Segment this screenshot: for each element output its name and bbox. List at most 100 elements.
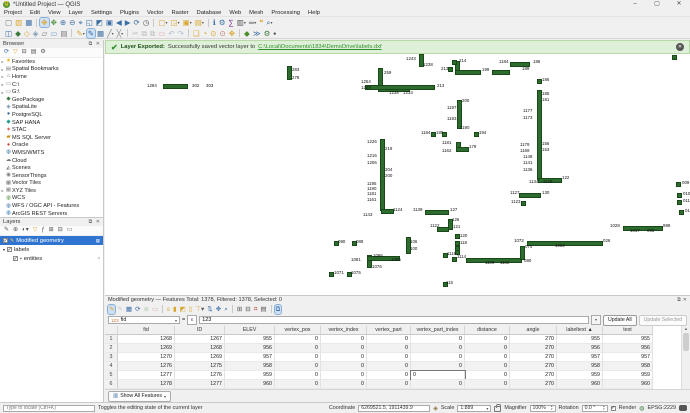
- row-number[interactable]: 3: [105, 353, 118, 362]
- menu-database[interactable]: Database: [193, 10, 226, 16]
- table-cell[interactable]: 270: [510, 353, 557, 362]
- table-cell[interactable]: 959: [225, 371, 275, 380]
- lock-scale-icon[interactable]: [494, 404, 502, 412]
- message-close-icon[interactable]: ✕: [676, 43, 684, 51]
- vertex-tool-icon[interactable]: ╳ ▾: [116, 29, 125, 38]
- manage-plugins-icon[interactable]: ⚙: [263, 29, 272, 38]
- table-cell[interactable]: 0: [321, 344, 367, 353]
- pan-to-selection-icon[interactable]: ✥: [50, 18, 58, 27]
- column-header-vertex_part_index[interactable]: vertex_part_index: [411, 326, 465, 335]
- menu-raster[interactable]: Raster: [167, 10, 192, 16]
- column-header-angle[interactable]: angle: [510, 326, 557, 335]
- open-project-icon[interactable]: ▨: [14, 18, 23, 27]
- delete-field-icon[interactable]: ⊟: [244, 305, 251, 314]
- menu-view[interactable]: View: [44, 10, 64, 16]
- row-number[interactable]: 2: [105, 344, 118, 353]
- table-cell[interactable]: 959: [603, 371, 653, 380]
- table-cell[interactable]: 1268: [175, 344, 225, 353]
- layout-manager-icon[interactable]: ▤: [59, 29, 68, 38]
- browser-item-vector-tiles[interactable]: ▦ Vector Tiles: [0, 180, 103, 188]
- table-scrollbar[interactable]: ▲: [681, 326, 690, 390]
- filter-legend-icon[interactable]: ▽: [32, 226, 39, 235]
- layers-float-icon[interactable]: ⧉: [89, 219, 93, 225]
- map-canvas[interactable]: 1294 302 303 283 278 259 1254 1249 1238 1233 1243 1…: [105, 54, 690, 295]
- grass-tools-icon[interactable]: ◆: [243, 29, 251, 38]
- expand-all-icon[interactable]: ⊞: [48, 226, 55, 235]
- select-by-value-icon[interactable]: ◲ ▾: [170, 18, 181, 27]
- table-cell[interactable]: 960: [225, 380, 275, 389]
- table-cell[interactable]: 959: [557, 371, 603, 380]
- table-cell[interactable]: 0: [367, 362, 411, 371]
- table-cell[interactable]: 0: [465, 335, 510, 344]
- layer-item-modified-geometry[interactable]: ✎Modified geometry ▦: [0, 236, 103, 245]
- menu-settings[interactable]: Settings: [87, 10, 116, 16]
- browser-options-icon[interactable]: ⚙: [39, 48, 46, 57]
- data-source-manager-icon[interactable]: ◫: [4, 29, 13, 38]
- layer-visibility-checkbox[interactable]: [13, 256, 18, 262]
- table-row[interactable]: 2 1269 1268 956 0 0 0 0 0 270 956 956: [105, 344, 682, 353]
- open-layer-styling-icon[interactable]: ✎: [3, 226, 10, 235]
- map-tips-icon[interactable]: ❝: [258, 18, 264, 27]
- browser-item-xyz-tiles[interactable]: ▸ ▦ XYZ Tiles: [0, 187, 103, 195]
- zoom-map-to-selection-icon[interactable]: ⌕: [223, 305, 229, 314]
- rotation-spin[interactable]: 0.0 ° ▴ ▾: [581, 404, 608, 412]
- spin-arrows-icon[interactable]: ▴ ▾: [603, 405, 605, 411]
- table-row[interactable]: 3 1270 1269 957 0 0 0 0 0 270 957 957: [105, 353, 682, 362]
- pan-map-to-selection-icon[interactable]: ✥: [215, 305, 222, 314]
- table-cell[interactable]: 958: [603, 362, 653, 371]
- new-field-icon[interactable]: ⊞: [236, 305, 243, 314]
- table-row[interactable]: 5 1277 1276 959 0 0 0 0 0 270 959 959: [105, 370, 682, 381]
- browser-item-wcs[interactable]: ◍ WCS: [0, 195, 103, 203]
- coordinate-input[interactable]: 6269521.5, 1911439.9: [358, 404, 431, 412]
- browser-item-wms-wmts[interactable]: ◍ WMS/WMTS: [0, 149, 103, 157]
- move-label-icon[interactable]: ✥: [228, 29, 236, 38]
- table-cell[interactable]: 270: [510, 362, 557, 371]
- nominatim-search-icon[interactable]: ⌕ ▾: [265, 18, 273, 27]
- layer-diagram-icon[interactable]: ◔: [202, 29, 209, 38]
- manage-map-themes-icon[interactable]: ◐ ▾: [21, 226, 30, 235]
- column-header-vertex_index[interactable]: vertex_index: [321, 326, 367, 335]
- table-cell[interactable]: 0: [465, 371, 510, 380]
- expression-builder-button[interactable]: ε: [187, 315, 198, 325]
- exported-file-link[interactable]: C:\Local\Documents\1834\DemoDrive\labels…: [258, 44, 381, 50]
- table-toggle-editing-icon[interactable]: ✎: [106, 303, 117, 315]
- table-cell[interactable]: 1276: [175, 371, 225, 380]
- reselect-features-icon[interactable]: ▤ ▾: [194, 18, 205, 27]
- browser-item-sensorthings[interactable]: ◉ SensorThings: [0, 172, 103, 180]
- deselect-all-table-icon[interactable]: ▯: [188, 305, 194, 314]
- zoom-last-icon[interactable]: ◀: [115, 18, 123, 27]
- filter-selection-icon[interactable]: ⊤ ▾: [194, 305, 205, 314]
- expression-history-dropdown[interactable]: ▾: [590, 315, 601, 325]
- new-virtual-layer-icon[interactable]: ▱: [40, 29, 48, 38]
- table-cell[interactable]: 1268: [118, 335, 175, 344]
- table-cell[interactable]: 0: [367, 344, 411, 353]
- new-shapefile-layer-icon[interactable]: ◇: [23, 29, 31, 38]
- add-group-icon[interactable]: ⊕: [12, 226, 19, 235]
- dock-attribute-table-icon[interactable]: ⧉: [273, 303, 283, 315]
- table-cell[interactable]: 958: [557, 362, 603, 371]
- layer-visibility-checkbox[interactable]: [7, 247, 13, 253]
- remove-layer-icon[interactable]: ▭: [66, 226, 74, 235]
- table-cell[interactable]: 1277: [175, 380, 225, 389]
- table-cell[interactable]: 0: [275, 344, 321, 353]
- conditional-formatting-icon[interactable]: ▤: [259, 305, 267, 314]
- table-row[interactable]: 1 1268 1267 955 0 0 0 0 0 270 955 955: [105, 335, 682, 344]
- table-cell[interactable]: 957: [225, 353, 275, 362]
- select-features-icon[interactable]: ▢ ▾: [157, 18, 168, 27]
- table-cell[interactable]: 955: [557, 335, 603, 344]
- pin-labels-icon[interactable]: ⊙: [209, 29, 217, 38]
- table-cell[interactable]: 0: [465, 344, 510, 353]
- menu-plugins[interactable]: Plugins: [116, 10, 143, 16]
- table-cell[interactable]: 0: [275, 380, 321, 389]
- scale-combo[interactable]: 1:889 ▾: [457, 404, 492, 412]
- scroll-up-icon[interactable]: ▲: [682, 326, 690, 332]
- table-cell[interactable]: 270: [510, 380, 557, 389]
- table-cell[interactable]: 0: [411, 380, 465, 389]
- new-temporary-scratch-layer-icon[interactable]: ▭: [49, 29, 58, 38]
- table-cell[interactable]: 0: [465, 380, 510, 389]
- table-row[interactable]: 6 1278 1277 960 0 0 0 0 0 270 960 960: [105, 380, 682, 389]
- attribute-close-icon[interactable]: ✕: [683, 297, 687, 303]
- table-cell[interactable]: 956: [225, 344, 275, 353]
- zoom-to-selection-icon[interactable]: ◩: [95, 18, 104, 27]
- browser-item-cloud[interactable]: ☁ Cloud: [0, 157, 103, 165]
